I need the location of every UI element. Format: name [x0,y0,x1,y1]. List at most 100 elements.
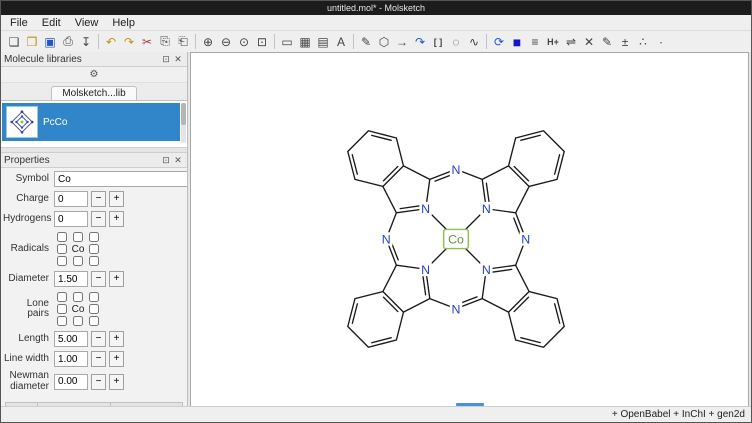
new-button[interactable]: ❏ [5,33,23,51]
save-button[interactable]: ▣ [41,33,59,51]
color-swatch-button[interactable]: ■ [508,33,526,51]
cobalt-atom[interactable]: Co [444,229,469,248]
length-field[interactable] [54,331,88,347]
undo-button[interactable]: ↶ [102,33,120,51]
line-width-field[interactable] [54,351,88,367]
nitrogen-atom-label[interactable]: N [482,263,491,277]
hydrogen-add-button[interactable]: H+ [544,33,562,51]
radical-checkbox[interactable] [57,244,67,254]
symbol-label: Symbol [3,174,54,185]
title-bar[interactable]: untitled.mol* - Molsketch [1,1,751,15]
charge-field[interactable] [54,191,88,207]
reaction-arrow-button[interactable]: → [393,33,411,51]
lone-pair-checkbox[interactable] [73,316,83,326]
charge-increment-button[interactable]: + [109,191,124,207]
nitrogen-atom-label[interactable]: N [482,202,491,216]
diameter-increment-button[interactable]: + [109,271,124,287]
copy-button[interactable]: ⎘ [156,33,174,51]
radical-checkbox[interactable] [89,244,99,254]
drawing-canvas[interactable]: N N N N N N N N [190,52,749,407]
menu-view[interactable]: View [68,16,106,30]
flip-button[interactable]: ⇌ [562,33,580,51]
lone-pair-checkbox[interactable] [89,304,99,314]
newman-increment-button[interactable]: + [109,374,124,390]
open-button[interactable]: ❒ [23,33,41,51]
diameter-decrement-button[interactable]: − [91,271,106,287]
lone-pair-button[interactable]: ∴ [634,33,652,51]
length-decrement-button[interactable]: − [91,331,106,347]
ring-tool-button[interactable]: ⬡ [375,33,393,51]
chain-tool-button[interactable]: ∿ [465,33,483,51]
radical-button[interactable]: ∙ [652,33,670,51]
float-panel-icon[interactable]: ⊡ [160,154,172,166]
charge-decrement-button[interactable]: − [91,191,106,207]
menu-edit[interactable]: Edit [35,16,68,30]
zoom-out-button[interactable]: ⊖ [217,33,235,51]
nitrogen-atom-label[interactable]: N [382,233,391,247]
charge-button[interactable]: ± [616,33,634,51]
lone-pair-checkbox[interactable] [57,304,67,314]
float-panel-icon[interactable]: ⊡ [160,53,172,65]
line-width-decrement-button[interactable]: − [91,351,106,367]
insert-image-button[interactable]: ▦ [296,33,314,51]
insert-table-button[interactable]: ▤ [314,33,332,51]
separator [98,34,99,49]
cobalt-atom-label[interactable]: Co [448,233,464,247]
pencil-button[interactable]: ✎ [598,33,616,51]
hydrogens-decrement-button[interactable]: − [91,211,106,227]
library-item-pcco[interactable]: PcCo [2,103,180,141]
menu-help[interactable]: Help [105,16,142,30]
nitrogen-atom-label[interactable]: N [452,302,461,316]
zoom-in-button[interactable]: ⊕ [199,33,217,51]
close-panel-icon[interactable]: ✕ [172,154,184,166]
delete-button[interactable]: ✕ [580,33,598,51]
insert-text-button[interactable]: A [332,33,350,51]
cut-button[interactable]: ✂ [138,33,156,51]
radical-checkbox[interactable] [73,256,83,266]
diameter-field[interactable] [54,271,88,287]
radical-checkbox[interactable] [57,256,67,266]
newman-diameter-field[interactable] [54,374,88,390]
length-increment-button[interactable]: + [109,331,124,347]
radical-checkbox[interactable] [89,232,99,242]
radical-checkbox[interactable] [57,232,67,242]
lone-pair-checkbox[interactable] [57,292,67,302]
nitrogen-atom-label[interactable]: N [421,263,430,277]
redo-button[interactable]: ↷ [120,33,138,51]
tab-molsketch-lib[interactable]: Molsketch...lib [51,86,136,100]
radical-checkbox[interactable] [89,256,99,266]
mechanism-arrow-button[interactable]: ↷ [411,33,429,51]
line-width-increment-button[interactable]: + [109,351,124,367]
zoom-fit-button[interactable]: ⊡ [253,33,271,51]
optimize-button[interactable]: ⟳ [490,33,508,51]
zoom-original-button[interactable]: ⊙ [235,33,253,51]
insert-frame-button[interactable]: ▭ [278,33,296,51]
draw-tool-button[interactable]: ✎ [357,33,375,51]
lone-pair-checkbox[interactable] [89,316,99,326]
main-area: Molecule libraries ⊡ ✕ ⚙ Molsketch...lib [1,52,751,407]
radicals-label: Radicals [3,244,54,255]
lasso-tool-button[interactable]: ◌ [447,33,465,51]
pcco-molecule[interactable]: N N N N N N N N [330,113,582,365]
newman-decrement-button[interactable]: − [91,374,106,390]
close-panel-icon[interactable]: ✕ [172,53,184,65]
hydrogens-increment-button[interactable]: + [109,211,124,227]
paste-button[interactable]: ⎗ [174,33,192,51]
library-item-label: PcCo [43,117,67,128]
radical-checkbox[interactable] [73,232,83,242]
nitrogen-atom-label[interactable]: N [452,163,461,177]
print-button[interactable]: ⎙ [59,33,77,51]
bracket-tool-button[interactable]: [ ] [429,33,447,51]
line-width-button[interactable]: ≡ [526,33,544,51]
lone-pair-checkbox[interactable] [89,292,99,302]
nitrogen-atom-label[interactable]: N [421,202,430,216]
library-settings-icon[interactable]: ⚙ [86,67,102,82]
hydrogens-field[interactable] [54,211,88,227]
nitrogen-atom-label[interactable]: N [521,233,530,247]
library-scrollbar[interactable] [181,103,186,143]
lone-pair-checkbox[interactable] [73,292,83,302]
menu-file[interactable]: File [3,16,35,30]
symbol-field[interactable] [54,171,187,187]
lone-pair-checkbox[interactable] [57,316,67,326]
export-button[interactable]: ↧ [77,33,95,51]
